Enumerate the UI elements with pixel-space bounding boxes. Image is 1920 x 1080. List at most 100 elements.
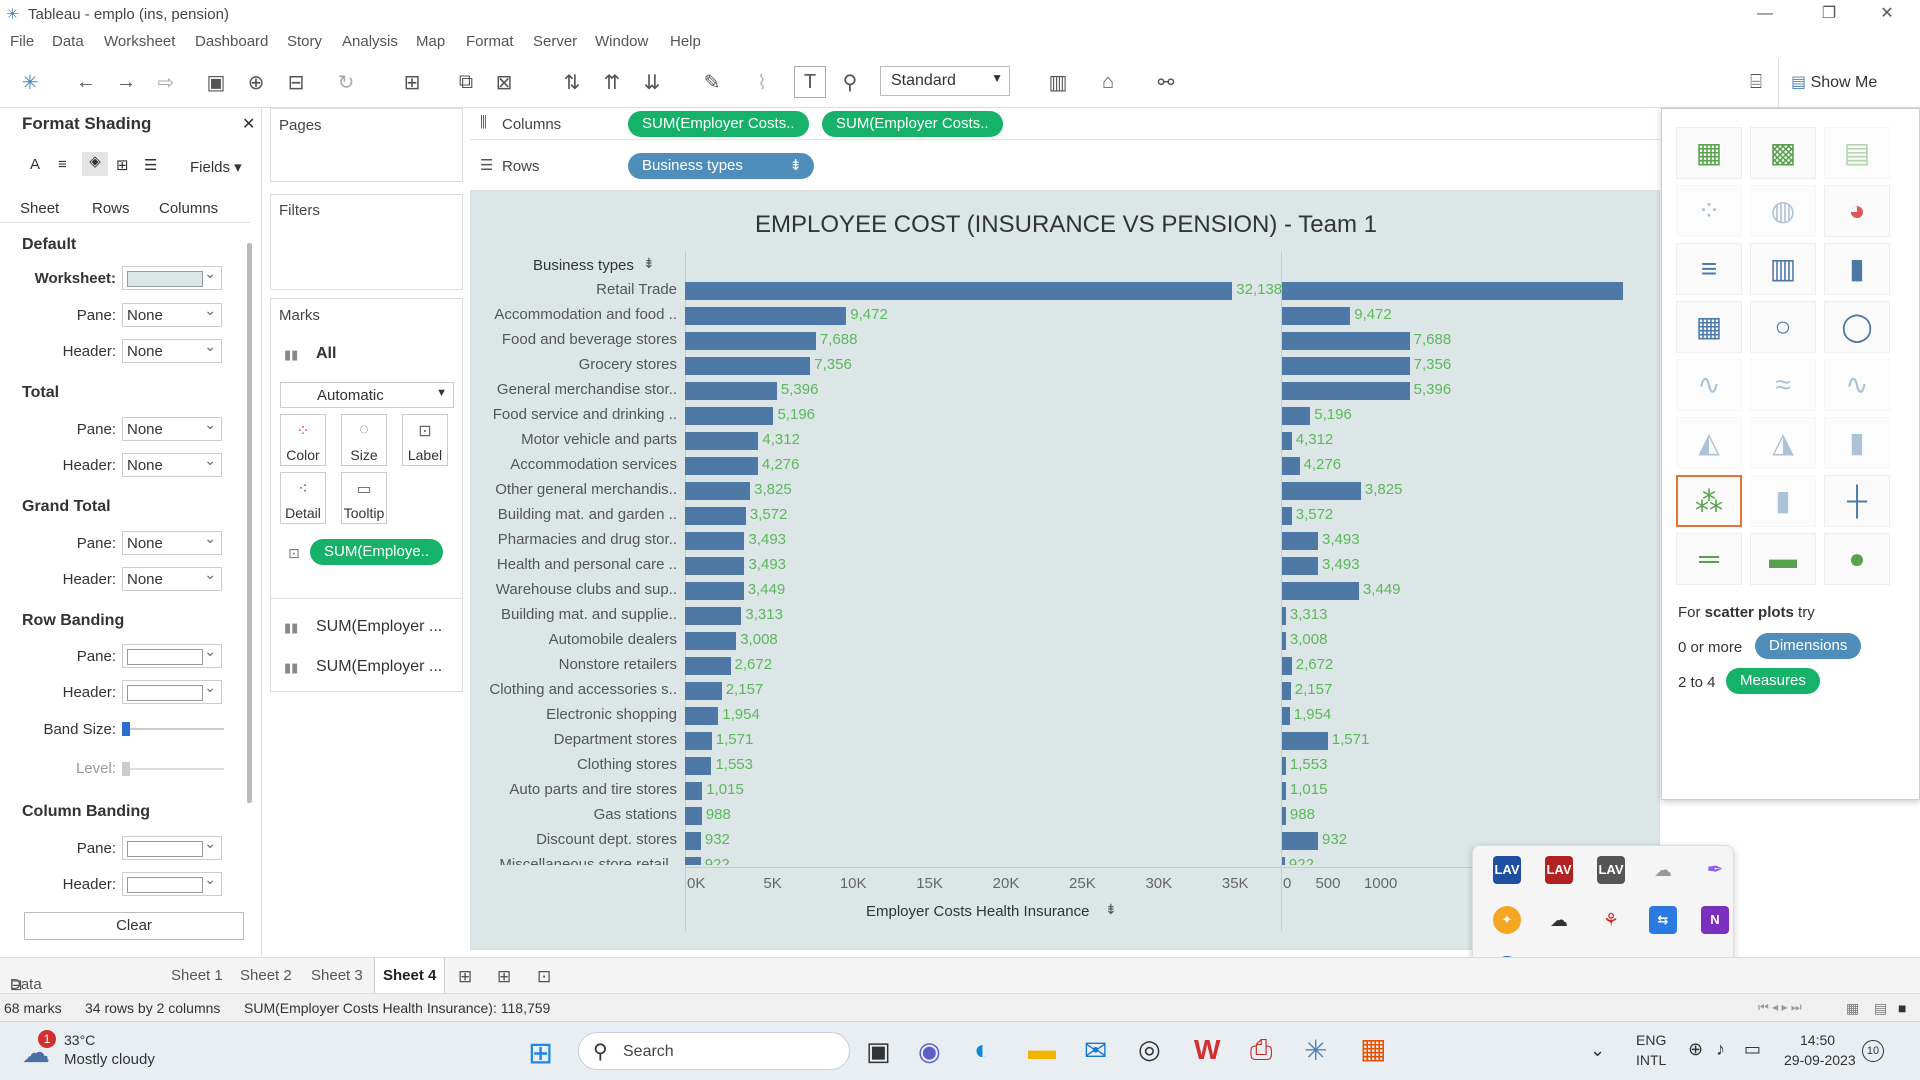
mark-type-dropdown[interactable]: Automatic ▼ — [280, 382, 454, 408]
show-me-continuous-lines-icon[interactable]: ∿ — [1676, 359, 1742, 411]
tab-sheet[interactable]: Sheet — [20, 200, 60, 219]
total-header-dropdown[interactable]: None — [122, 452, 222, 477]
cloud-icon[interactable]: ☁ — [1649, 856, 1677, 884]
detail-button[interactable]: ⁖ Detail — [280, 472, 326, 524]
undo-icon[interactable]: ← — [70, 66, 102, 98]
show-me-stacked-bars-icon[interactable]: ▥ — [1750, 243, 1816, 295]
mail-icon[interactable]: ✉ — [1084, 1034, 1107, 1067]
view-tabs-icon[interactable]: ■ — [1898, 1000, 1906, 1016]
task-view-icon[interactable]: ▣ — [866, 1036, 891, 1067]
bar-insurance[interactable] — [685, 807, 702, 825]
bar-pension[interactable] — [1282, 307, 1351, 325]
show-me-dual-combination-icon[interactable]: ▮ — [1824, 417, 1890, 469]
show-me-bullet-graph-icon[interactable]: ▬ — [1750, 533, 1816, 585]
new-worksheet-icon[interactable]: ⊞ — [396, 66, 428, 98]
bar-pension[interactable] — [1282, 682, 1291, 700]
clear-button[interactable]: Clear — [24, 912, 244, 940]
show-me-text-table-icon[interactable]: ▦ — [1676, 127, 1742, 179]
show-me-heat-map-icon[interactable]: ▩ — [1750, 127, 1816, 179]
total-pane-dropdown[interactable]: None — [122, 416, 222, 441]
bar-insurance[interactable] — [685, 857, 701, 865]
category-label[interactable]: Accommodation and food .. — [481, 306, 677, 323]
restore-button[interactable]: ❐ — [1806, 2, 1852, 26]
category-label[interactable]: Accommodation services — [481, 456, 677, 473]
category-label[interactable]: Auto parts and tire stores — [481, 781, 677, 798]
share-icon[interactable]: ⚯ — [1150, 66, 1182, 98]
bar-insurance[interactable] — [685, 557, 745, 575]
fit-select[interactable]: Standard ▼ — [880, 66, 1010, 96]
category-label[interactable]: General merchandise stor.. — [481, 381, 677, 398]
show-me-side-by-side-circles-icon[interactable]: ◯ — [1824, 301, 1890, 353]
menu-analysis[interactable]: Analysis — [342, 33, 398, 50]
row-band-header-dropdown[interactable] — [122, 679, 222, 704]
minimize-button[interactable]: — — [1742, 2, 1788, 26]
default-header-dropdown[interactable]: None — [122, 338, 222, 363]
category-label[interactable]: Food service and drinking .. — [481, 406, 677, 423]
columns-shelf[interactable]: ⫼ Columns SUM(Employer Costs.. SUM(Emplo… — [470, 108, 1660, 140]
bar-insurance[interactable] — [685, 307, 847, 325]
menu-window[interactable]: Window — [595, 33, 648, 50]
remote-icon[interactable]: ⇆ — [1649, 906, 1677, 934]
replay-icon[interactable]: ⇨ — [150, 66, 182, 98]
bar-pension[interactable] — [1282, 357, 1410, 375]
format-pane-scrollbar[interactable] — [247, 243, 252, 803]
sort-asc-icon[interactable]: ⇈ — [596, 66, 628, 98]
bar-insurance[interactable] — [685, 782, 703, 800]
bar-pension[interactable] — [1282, 432, 1292, 450]
bar-insurance[interactable] — [685, 357, 811, 375]
lav-audio-icon[interactable]: LAV — [1545, 856, 1573, 884]
sort-icon[interactable]: ⇟ — [643, 255, 655, 272]
weather-desc[interactable]: Mostly cloudy — [64, 1051, 155, 1068]
bar-insurance[interactable] — [685, 282, 1233, 300]
category-label[interactable]: Electronic shopping — [481, 706, 677, 723]
bar-insurance[interactable] — [685, 732, 712, 750]
bar-insurance[interactable] — [685, 507, 746, 525]
paint-roller-icon[interactable]: ⌸ — [1740, 66, 1772, 98]
lines-icon[interactable]: ☰ — [144, 156, 157, 174]
bar-pension[interactable] — [1282, 757, 1286, 775]
menu-dashboard[interactable]: Dashboard — [195, 33, 268, 50]
category-label[interactable]: Automobile dealers — [481, 631, 677, 648]
menu-server[interactable]: Server — [533, 33, 577, 50]
bar-pension[interactable] — [1282, 832, 1319, 850]
new-worksheet-icon[interactable]: ⊞ — [458, 967, 472, 987]
show-me-treemap-icon[interactable]: ▦ — [1676, 301, 1742, 353]
default-pane-dropdown[interactable]: None — [122, 302, 222, 327]
fields-dropdown[interactable]: Fields ▾ — [190, 158, 242, 176]
view-grid-icon[interactable]: ▦ — [1846, 1000, 1859, 1017]
calendar-app-icon[interactable]: ▦ — [1360, 1032, 1386, 1065]
show-me-gantt-chart-icon[interactable]: ═ — [1676, 533, 1742, 585]
bar-insurance[interactable] — [685, 407, 774, 425]
category-label[interactable]: Department stores — [481, 731, 677, 748]
search-box[interactable]: ⚲ Search — [578, 1032, 850, 1070]
bar-pension[interactable] — [1282, 807, 1286, 825]
tab-sheet-4[interactable]: Sheet 4 — [374, 958, 446, 994]
refresh-icon[interactable]: ↻ — [330, 66, 362, 98]
menu-map[interactable]: Map — [416, 33, 445, 50]
show-me-button[interactable]: ▤ Show Me — [1778, 58, 1920, 108]
show-me-box-and-whisker-icon[interactable]: ┼ — [1824, 475, 1890, 527]
bar-insurance[interactable] — [685, 632, 737, 650]
bar-insurance[interactable] — [685, 832, 701, 850]
category-label[interactable]: Warehouse clubs and sup.. — [481, 581, 677, 598]
bar-insurance[interactable] — [685, 432, 759, 450]
menu-file[interactable]: File — [10, 33, 34, 50]
bar-pension[interactable] — [1282, 382, 1410, 400]
show-me-discrete-lines-icon[interactable]: ≈ — [1750, 359, 1816, 411]
bar-pension[interactable] — [1282, 407, 1311, 425]
close-pane-icon[interactable]: ✕ — [242, 114, 255, 134]
bar-insurance[interactable] — [685, 682, 722, 700]
tableau-taskbar-icon[interactable]: ✳ — [1304, 1034, 1327, 1067]
bar-insurance[interactable] — [685, 482, 751, 500]
menu-data[interactable]: Data — [52, 33, 84, 50]
bar-insurance[interactable] — [685, 382, 777, 400]
lav-filters-icon[interactable]: LAV — [1493, 856, 1521, 884]
network-icon[interactable]: ⊕ — [1688, 1039, 1703, 1060]
show-me-area-discrete-icon[interactable]: ◮ — [1750, 417, 1816, 469]
bar-insurance[interactable] — [685, 707, 719, 725]
antivirus-icon[interactable]: ⚘ — [1597, 906, 1625, 934]
highlight-icon[interactable]: ✎ — [696, 66, 728, 98]
bar-insurance[interactable] — [685, 757, 712, 775]
columns-pill-insurance[interactable]: SUM(Employer Costs.. — [628, 111, 809, 137]
col-band-header-dropdown[interactable] — [122, 871, 222, 896]
